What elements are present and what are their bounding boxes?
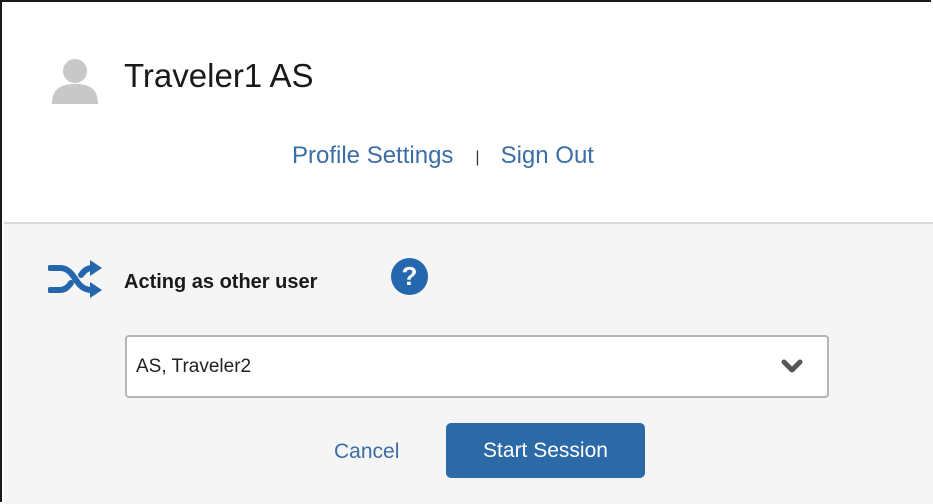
user-avatar-icon [52,59,98,104]
chevron-down-icon [781,359,803,373]
other-user-select[interactable]: AS, Traveler2 [125,335,829,398]
window-frame: Traveler1 AS Profile Settings | Sign Out… [0,0,933,504]
sign-out-link[interactable]: Sign Out [501,142,594,170]
cancel-link[interactable]: Cancel [334,436,399,468]
shuffle-icon [48,260,102,298]
profile-links: Profile Settings | Sign Out [292,138,594,174]
question-circle-icon[interactable]: ? [391,258,428,295]
link-separator: | [475,149,480,166]
profile-panel [4,4,933,222]
user-name: Traveler1 AS [124,57,314,94]
profile-settings-link[interactable]: Profile Settings [292,142,453,170]
start-session-button[interactable]: Start Session [446,423,645,478]
selected-user-value: AS, Traveler2 [136,356,252,377]
acting-as-other-user-title: Acting as other user [124,271,318,293]
